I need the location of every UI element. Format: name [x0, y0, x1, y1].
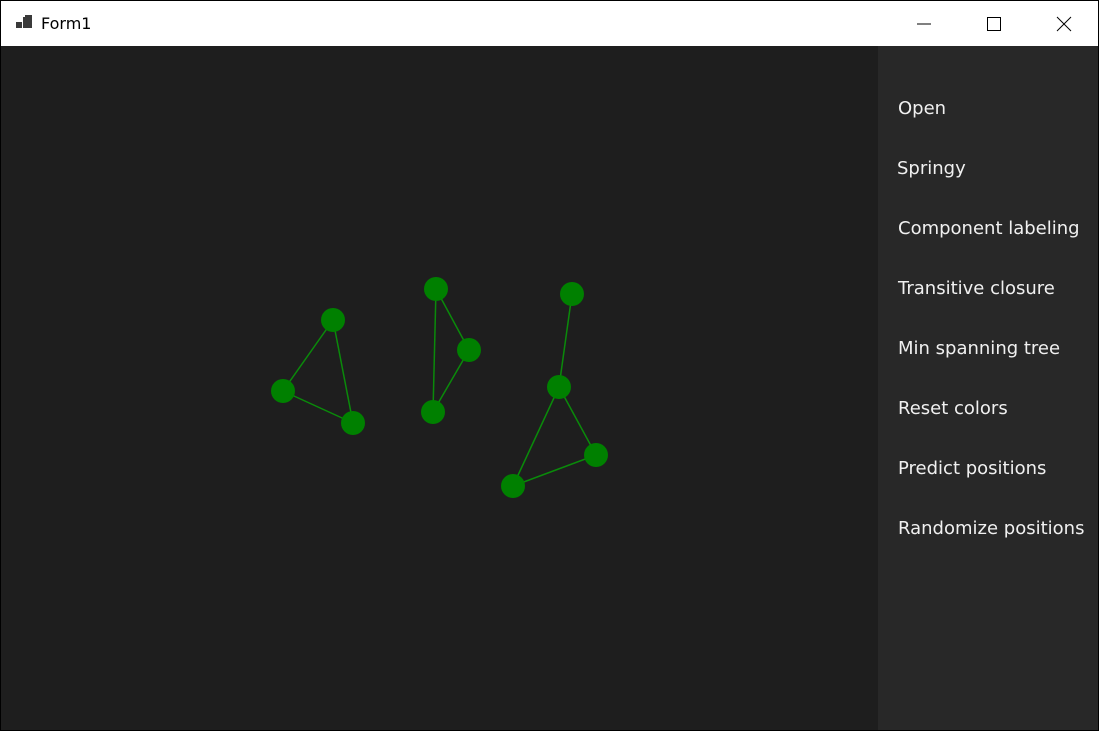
minimize-button[interactable]: [889, 1, 959, 46]
graph-edge: [432, 288, 437, 413]
graph-node[interactable]: [424, 277, 448, 301]
graph-node[interactable]: [560, 282, 584, 306]
app-icon: [16, 15, 32, 28]
app-window: Form1 Open Springy Component labeling Tr…: [0, 0, 1099, 731]
close-icon: [1056, 16, 1072, 31]
predict-positions-button[interactable]: Predict positions: [898, 458, 1046, 480]
close-button[interactable]: [1029, 1, 1098, 46]
graph-node[interactable]: [501, 474, 525, 498]
graph-node[interactable]: [321, 308, 345, 332]
maximize-icon: [987, 16, 1001, 31]
graph-node[interactable]: [457, 338, 481, 362]
randomize-positions-button[interactable]: Randomize positions: [898, 518, 1084, 540]
command-sidebar: Open Springy Component labeling Transiti…: [878, 46, 1098, 730]
graph-node[interactable]: [421, 400, 445, 424]
springy-button[interactable]: Springy: [897, 158, 966, 180]
graph-drawing[interactable]: [1, 46, 878, 730]
graph-node[interactable]: [341, 411, 365, 435]
title-bar[interactable]: Form1: [1, 1, 1098, 46]
transitive-closure-button[interactable]: Transitive closure: [898, 278, 1055, 300]
component-labeling-button[interactable]: Component labeling: [898, 218, 1080, 240]
graph-edge: [558, 293, 573, 388]
reset-colors-button[interactable]: Reset colors: [898, 398, 1008, 420]
graph-edge: [332, 319, 354, 424]
graph-edge: [282, 319, 334, 392]
window-title: Form1: [41, 14, 92, 33]
graph-node[interactable]: [547, 375, 571, 399]
graph-canvas[interactable]: [1, 46, 878, 730]
maximize-button[interactable]: [959, 1, 1029, 46]
minimize-icon: [917, 23, 931, 24]
graph-node[interactable]: [271, 379, 295, 403]
open-button[interactable]: Open: [898, 98, 946, 120]
min-spanning-tree-button[interactable]: Min spanning tree: [898, 338, 1060, 360]
graph-node[interactable]: [584, 443, 608, 467]
